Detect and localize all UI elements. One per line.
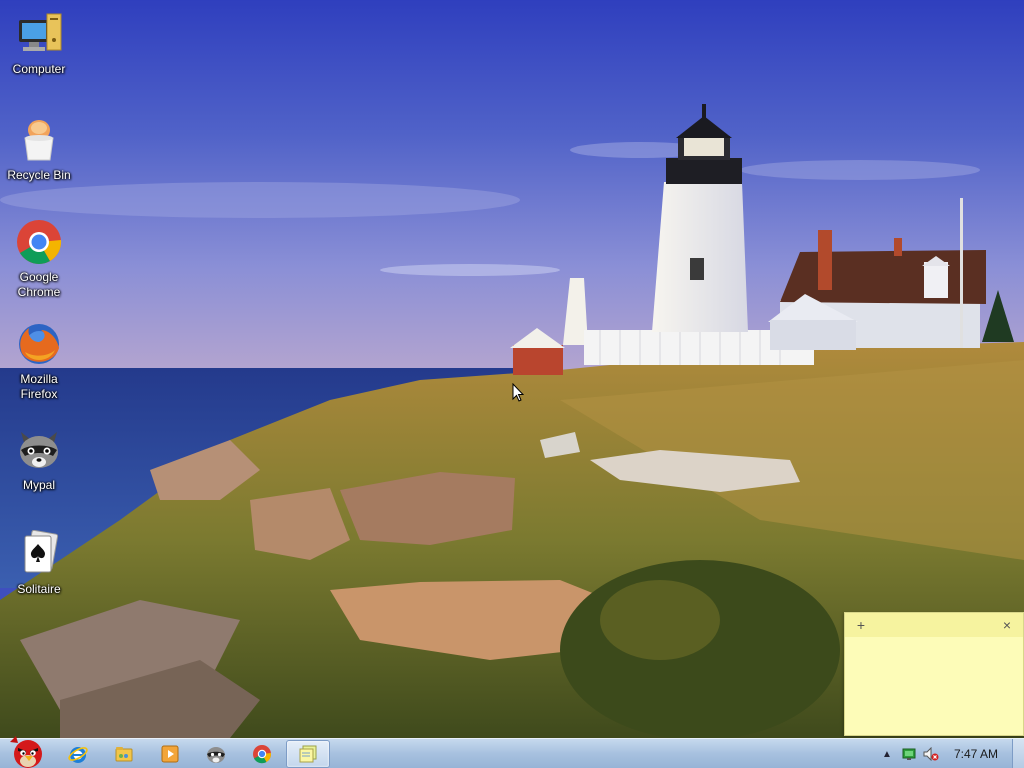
- firefox-icon: [15, 320, 63, 368]
- desktop-icon-label: Recycle Bin: [7, 168, 71, 182]
- taskbar-sticky-notes[interactable]: [286, 739, 330, 768]
- close-note-button[interactable]: ×: [999, 617, 1015, 633]
- network-icon[interactable]: [898, 743, 920, 765]
- sticky-notes-icon: [299, 745, 317, 762]
- desktop-icon-computer[interactable]: Computer: [4, 10, 74, 77]
- mouse-cursor-icon: [512, 382, 525, 402]
- internet-explorer-icon: [68, 746, 88, 763]
- desktop-icon-label: Google Chrome: [17, 270, 61, 299]
- taskbar-chrome[interactable]: [240, 740, 284, 768]
- chrome-icon: [15, 218, 63, 266]
- desktop-icon-mypal[interactable]: Mypal: [4, 426, 74, 493]
- show-desktop-button[interactable]: [1012, 739, 1024, 768]
- angry-bird-start-icon: [10, 735, 42, 768]
- chrome-icon: [253, 744, 272, 763]
- desktop-icon-label: Solitaire: [17, 582, 61, 596]
- taskbar-windows-explorer[interactable]: [102, 740, 146, 768]
- sticky-note[interactable]: + ×: [844, 612, 1024, 736]
- clock[interactable]: 7:47 AM: [942, 747, 1012, 761]
- taskbar-mypal[interactable]: [194, 740, 238, 768]
- windows-explorer-icon: [115, 746, 133, 761]
- desktop-icon-google-chrome[interactable]: Google Chrome: [4, 218, 74, 300]
- taskbar-internet-explorer[interactable]: [56, 740, 100, 768]
- sticky-note-text[interactable]: [845, 637, 1023, 649]
- system-tray: ▲ 7:47 AM: [876, 739, 1024, 768]
- solitaire-icon: [15, 529, 63, 578]
- taskbar: ▲ 7:47 AM: [0, 735, 1024, 768]
- desktop-icon-label: Mypal: [22, 478, 55, 492]
- desktop-icon-mozilla-firefox[interactable]: Mozilla Firefox: [4, 320, 74, 402]
- mypal-raccoon-icon: [15, 426, 63, 474]
- recycle-bin-icon: [15, 116, 63, 164]
- add-note-button[interactable]: +: [853, 617, 869, 633]
- taskbar-media-player[interactable]: [148, 740, 192, 768]
- desktop-icon-label: Computer: [12, 62, 66, 76]
- sticky-note-titlebar[interactable]: + ×: [845, 613, 1023, 637]
- show-hidden-icons-button[interactable]: ▲: [876, 743, 898, 765]
- desktop-icon-solitaire[interactable]: Solitaire: [4, 529, 74, 597]
- mypal-raccoon-icon: [207, 746, 225, 763]
- desktop-icon-label: Mozilla Firefox: [20, 372, 58, 401]
- computer-icon: [15, 10, 63, 58]
- start-button[interactable]: [0, 735, 54, 768]
- media-player-icon: [161, 745, 179, 762]
- desktop-icon-recycle-bin[interactable]: Recycle Bin: [4, 116, 74, 183]
- volume-muted-icon[interactable]: [920, 743, 942, 765]
